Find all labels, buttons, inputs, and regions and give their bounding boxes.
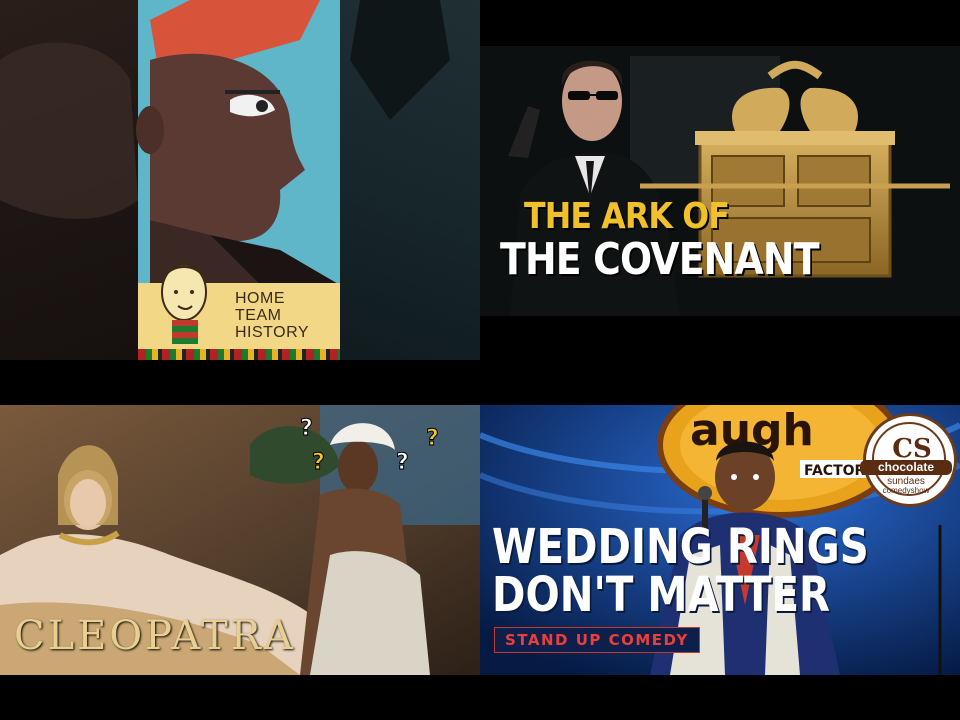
logo-wordmark: HOME TEAM HISTORY <box>235 290 335 341</box>
logo-line: TEAM <box>235 307 282 324</box>
title-line-1: WEDDING RINGS <box>492 519 869 575</box>
logo-word-chocolate: chocolate <box>860 460 952 475</box>
thumbnail-home-team-history[interactable]: HOME TEAM HISTORY <box>0 0 480 360</box>
title-line-2: THE COVENANT <box>500 234 820 285</box>
kente-pattern-strip <box>138 349 340 360</box>
cleopatra-title: CLEOPATRA <box>14 613 296 659</box>
stand-up-comedy-badge: STAND UP COMEDY <box>494 627 700 653</box>
svg-text:?: ? <box>300 416 313 441</box>
thumbnail-cleopatra[interactable]: ? ? ? ? CLEOPATRA <box>0 405 480 675</box>
title-line-2: DON'T MATTER <box>492 567 831 623</box>
logo-line: HOME <box>235 290 285 307</box>
wedding-rings-title: WEDDING RINGS DON'T MATTER <box>492 523 869 619</box>
home-team-history-logo-icon <box>160 263 208 344</box>
chocolate-sundaes-logo-icon: CS chocolate sundaes comedyshow <box>860 413 957 507</box>
svg-text:FACTOR: FACTOR <box>804 463 866 479</box>
title-line-1: THE ARK OF <box>524 196 730 237</box>
thumbnail-wedding-rings[interactable]: augh FACTOR WEDDING RINGS DON'T MATTER S… <box>480 405 960 675</box>
svg-text:?: ? <box>312 450 325 475</box>
svg-text:?: ? <box>426 426 439 451</box>
logo-word-comedyshow: comedyshow <box>882 486 930 495</box>
svg-text:?: ? <box>396 450 409 475</box>
logo-line: HISTORY <box>235 324 310 341</box>
thumbnail-ark-of-the-covenant[interactable]: THE ARK OF THE COVENANT <box>480 46 960 316</box>
